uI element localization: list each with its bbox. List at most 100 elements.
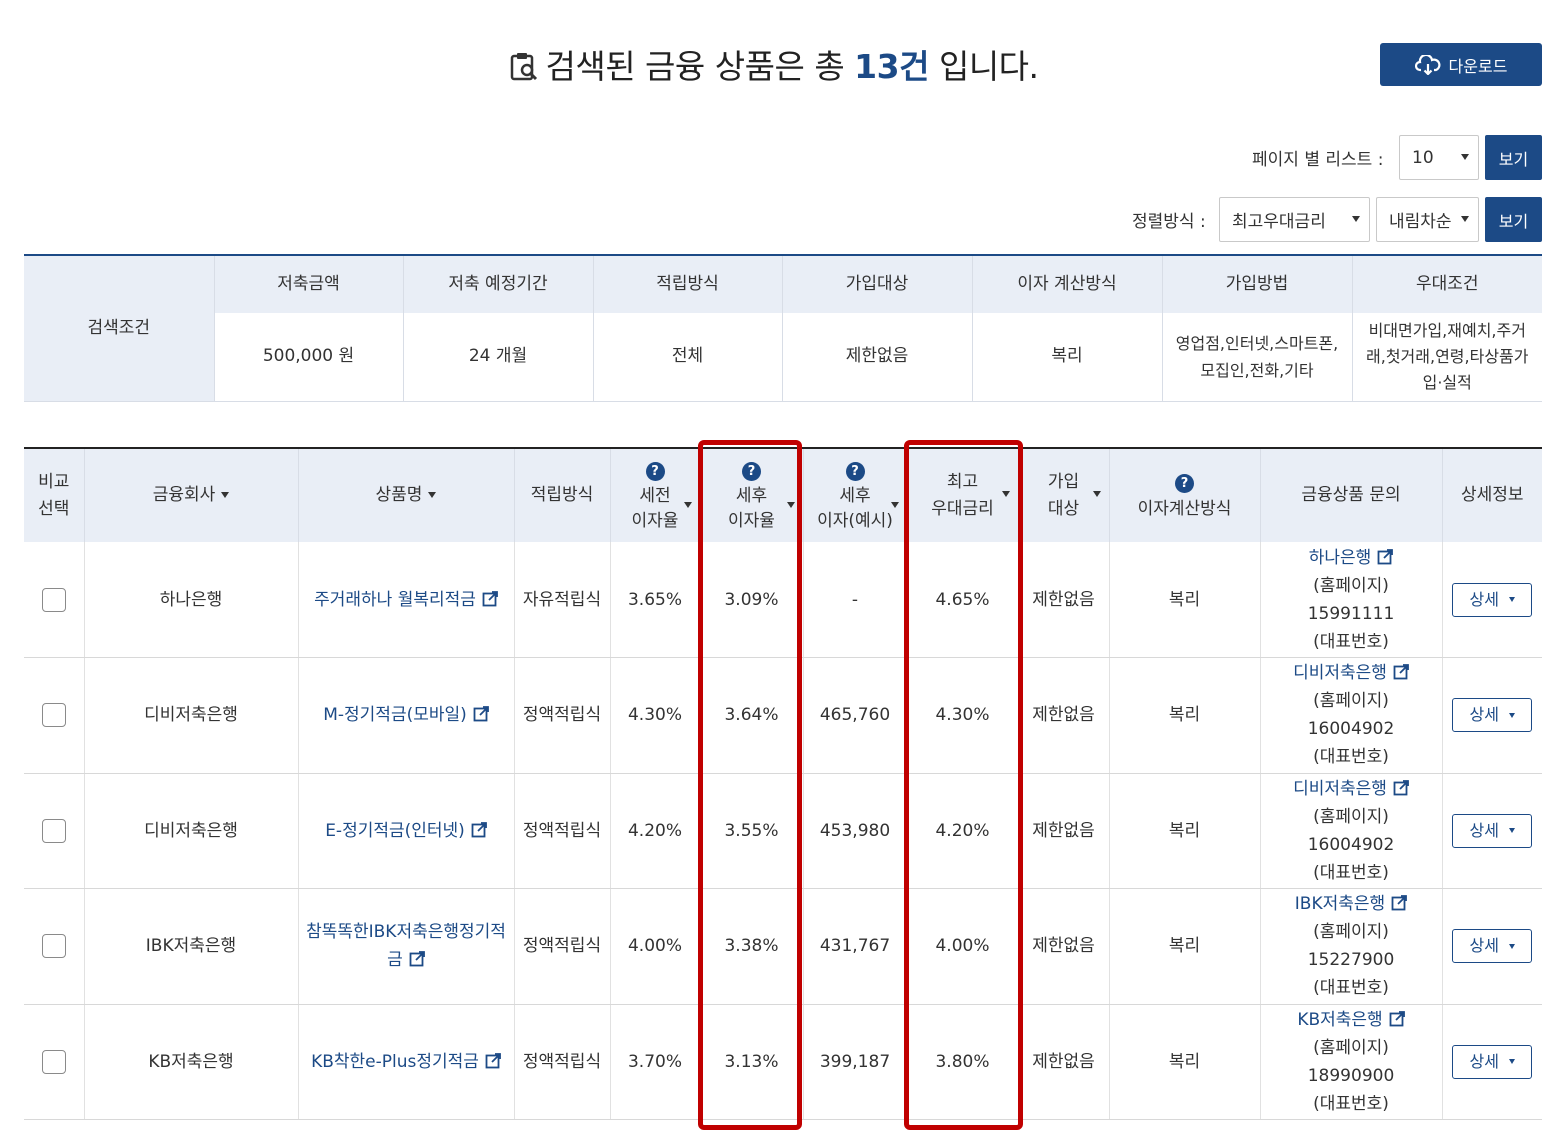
chevron-down-icon [1461, 216, 1469, 222]
chevron-down-icon [1352, 216, 1360, 222]
sort-caret-icon [786, 502, 795, 508]
clipboard-search-icon [511, 53, 538, 81]
external-link-icon [485, 1052, 501, 1069]
post-tax-cell: 3.38% [700, 888, 804, 1005]
help-icon[interactable]: ? [645, 462, 665, 481]
inquiry-bank: 하나은행 [1308, 547, 1372, 568]
product-link[interactable]: E-정기적금(인터넷) [325, 821, 487, 841]
header-method: 적립방식 [514, 448, 611, 542]
detail-cell: 상세 [1442, 888, 1542, 1005]
inquiry-bank-link[interactable]: 디비저축은행 [1293, 779, 1409, 799]
sort-caret-icon [890, 502, 899, 508]
page-size-select[interactable]: 10 [1399, 135, 1479, 180]
detail-button[interactable]: 상세 [1452, 1044, 1533, 1079]
detail-button[interactable]: 상세 [1452, 698, 1533, 733]
inquiry-bank-link[interactable]: 하나은행 [1309, 548, 1394, 568]
download-button[interactable]: 다운로드 [1380, 43, 1542, 86]
inquiry-bank-link[interactable]: IBK저축은행 [1295, 894, 1408, 914]
inquiry-bank: 디비저축은행 [1293, 663, 1387, 684]
max-rate-cell: 4.00% [907, 888, 1019, 1005]
product-link[interactable]: M-정기적금(모바일) [323, 705, 489, 725]
header-post-tax[interactable]: ? 세후 이자율 [700, 448, 804, 542]
post-interest-cell: 431,767 [803, 888, 908, 1005]
header-calc[interactable]: ? 이자계산방식 [1109, 448, 1261, 542]
header-product[interactable]: 상품명 [298, 448, 515, 542]
cloud-download-icon [1414, 54, 1440, 75]
calc-cell: 복리 [1109, 542, 1261, 658]
sort-label: 정렬방식 : [1132, 212, 1206, 232]
target-cell: 제한없음 [1018, 888, 1110, 1005]
post-tax-cell: 3.13% [700, 1004, 804, 1120]
inquiry-phone: 15991111 [1307, 603, 1395, 624]
product-cell: KB착한e-Plus정기적금 [298, 1004, 515, 1120]
pre-tax-cell: 4.20% [610, 773, 701, 889]
detail-button[interactable]: 상세 [1452, 929, 1533, 964]
post-interest-cell: 465,760 [803, 657, 908, 774]
product-cell: 참똑똑한IBK저축은행정기적금 [298, 888, 515, 1005]
header-inquiry: 금융상품 문의 [1260, 448, 1443, 542]
header-post-interest[interactable]: ? 세후 이자(예시) [803, 448, 908, 542]
calc-cell: 복리 [1109, 773, 1261, 889]
compare-cell [24, 657, 85, 774]
compare-cell [24, 1004, 85, 1120]
inquiry-bank-link[interactable]: KB저축은행 [1297, 1010, 1405, 1030]
header-pre-tax[interactable]: ? 세전 이자율 [610, 448, 701, 542]
method-cell: 정액적립식 [514, 1004, 611, 1120]
company-cell: 디비저축은행 [84, 773, 299, 889]
sort-caret-icon [1001, 491, 1010, 497]
header-max-rate[interactable]: 최고 우대금리 [907, 448, 1019, 542]
product-cell: 주거래하나 월복리적금 [298, 542, 515, 658]
sort-order-select[interactable]: 내림차순 [1376, 197, 1479, 242]
pre-tax-cell: 3.65% [610, 542, 701, 658]
header-company[interactable]: 금융회사 [84, 448, 299, 542]
max-rate-cell: 3.80% [907, 1004, 1019, 1120]
page-size-label: 페이지 별 리스트 : [1252, 150, 1384, 170]
external-link-icon [409, 951, 425, 967]
detail-cell: 상세 [1442, 1004, 1542, 1120]
product-name: KB착한e-Plus정기적금 [311, 1051, 479, 1072]
condition-header: 이자 계산방식 [972, 255, 1163, 313]
sort-field-value: 최고우대금리 [1232, 212, 1326, 232]
post-interest-cell: 453,980 [803, 773, 908, 889]
product-link[interactable]: 참똑똑한IBK저축은행정기적금 [306, 922, 506, 970]
help-icon[interactable]: ? [845, 462, 865, 481]
table-row: IBK저축은행 참똑똑한IBK저축은행정기적금 정액적립식 4.00% 3.38% 431… [24, 888, 1542, 1005]
download-label: 다운로드 [1448, 56, 1508, 76]
detail-button[interactable]: 상세 [1452, 582, 1533, 617]
inquiry-bank: 디비저축은행 [1293, 778, 1387, 799]
header-product-label: 상품명 [375, 485, 423, 505]
pre-tax-cell: 3.70% [610, 1004, 701, 1120]
company-cell: 디비저축은행 [84, 657, 299, 774]
sort-field-select[interactable]: 최고우대금리 [1219, 197, 1370, 242]
sort-caret-icon [683, 502, 692, 508]
condition-header: 가입대상 [782, 255, 973, 313]
inquiry-cell: 디비저축은행 (홈페이지) 16004902 (대표번호) [1260, 773, 1443, 889]
calc-cell: 복리 [1109, 657, 1261, 774]
compare-checkbox[interactable] [41, 818, 66, 843]
page-size-view-button[interactable]: 보기 [1485, 135, 1542, 180]
chevron-down-icon [1461, 154, 1469, 160]
help-icon[interactable]: ? [1175, 473, 1194, 493]
compare-checkbox[interactable] [41, 587, 66, 612]
help-icon[interactable]: ? [742, 462, 761, 481]
inquiry-phone: 15227900 [1307, 950, 1395, 971]
inquiry-bank-link[interactable]: 디비저축은행 [1293, 663, 1409, 683]
detail-button[interactable]: 상세 [1452, 813, 1533, 848]
inquiry-homepage: (홈페이지) [1313, 575, 1389, 596]
inquiry-homepage: (홈페이지) [1313, 1037, 1389, 1058]
external-link-icon [473, 706, 489, 722]
product-link[interactable]: KB착한e-Plus정기적금 [311, 1052, 501, 1072]
product-link[interactable]: 주거래하나 월복리적금 [314, 590, 498, 610]
sort-view-button[interactable]: 보기 [1485, 197, 1542, 242]
chevron-down-icon [1508, 1059, 1515, 1065]
inquiry-cell: IBK저축은행 (홈페이지) 15227900 (대표번호) [1260, 888, 1443, 1005]
headline-prefix: 검색된 금융 상품은 총 [545, 47, 855, 86]
compare-checkbox[interactable] [41, 1049, 66, 1074]
condition-value-amount: 500,000 원 [214, 313, 404, 402]
target-cell: 제한없음 [1018, 1004, 1110, 1120]
product-name: 참똑똑한IBK저축은행정기적금 [306, 922, 506, 971]
compare-checkbox[interactable] [41, 934, 66, 959]
detail-cell: 상세 [1442, 657, 1542, 774]
header-target[interactable]: 가입 대상 [1018, 448, 1110, 542]
compare-checkbox[interactable] [41, 703, 66, 728]
